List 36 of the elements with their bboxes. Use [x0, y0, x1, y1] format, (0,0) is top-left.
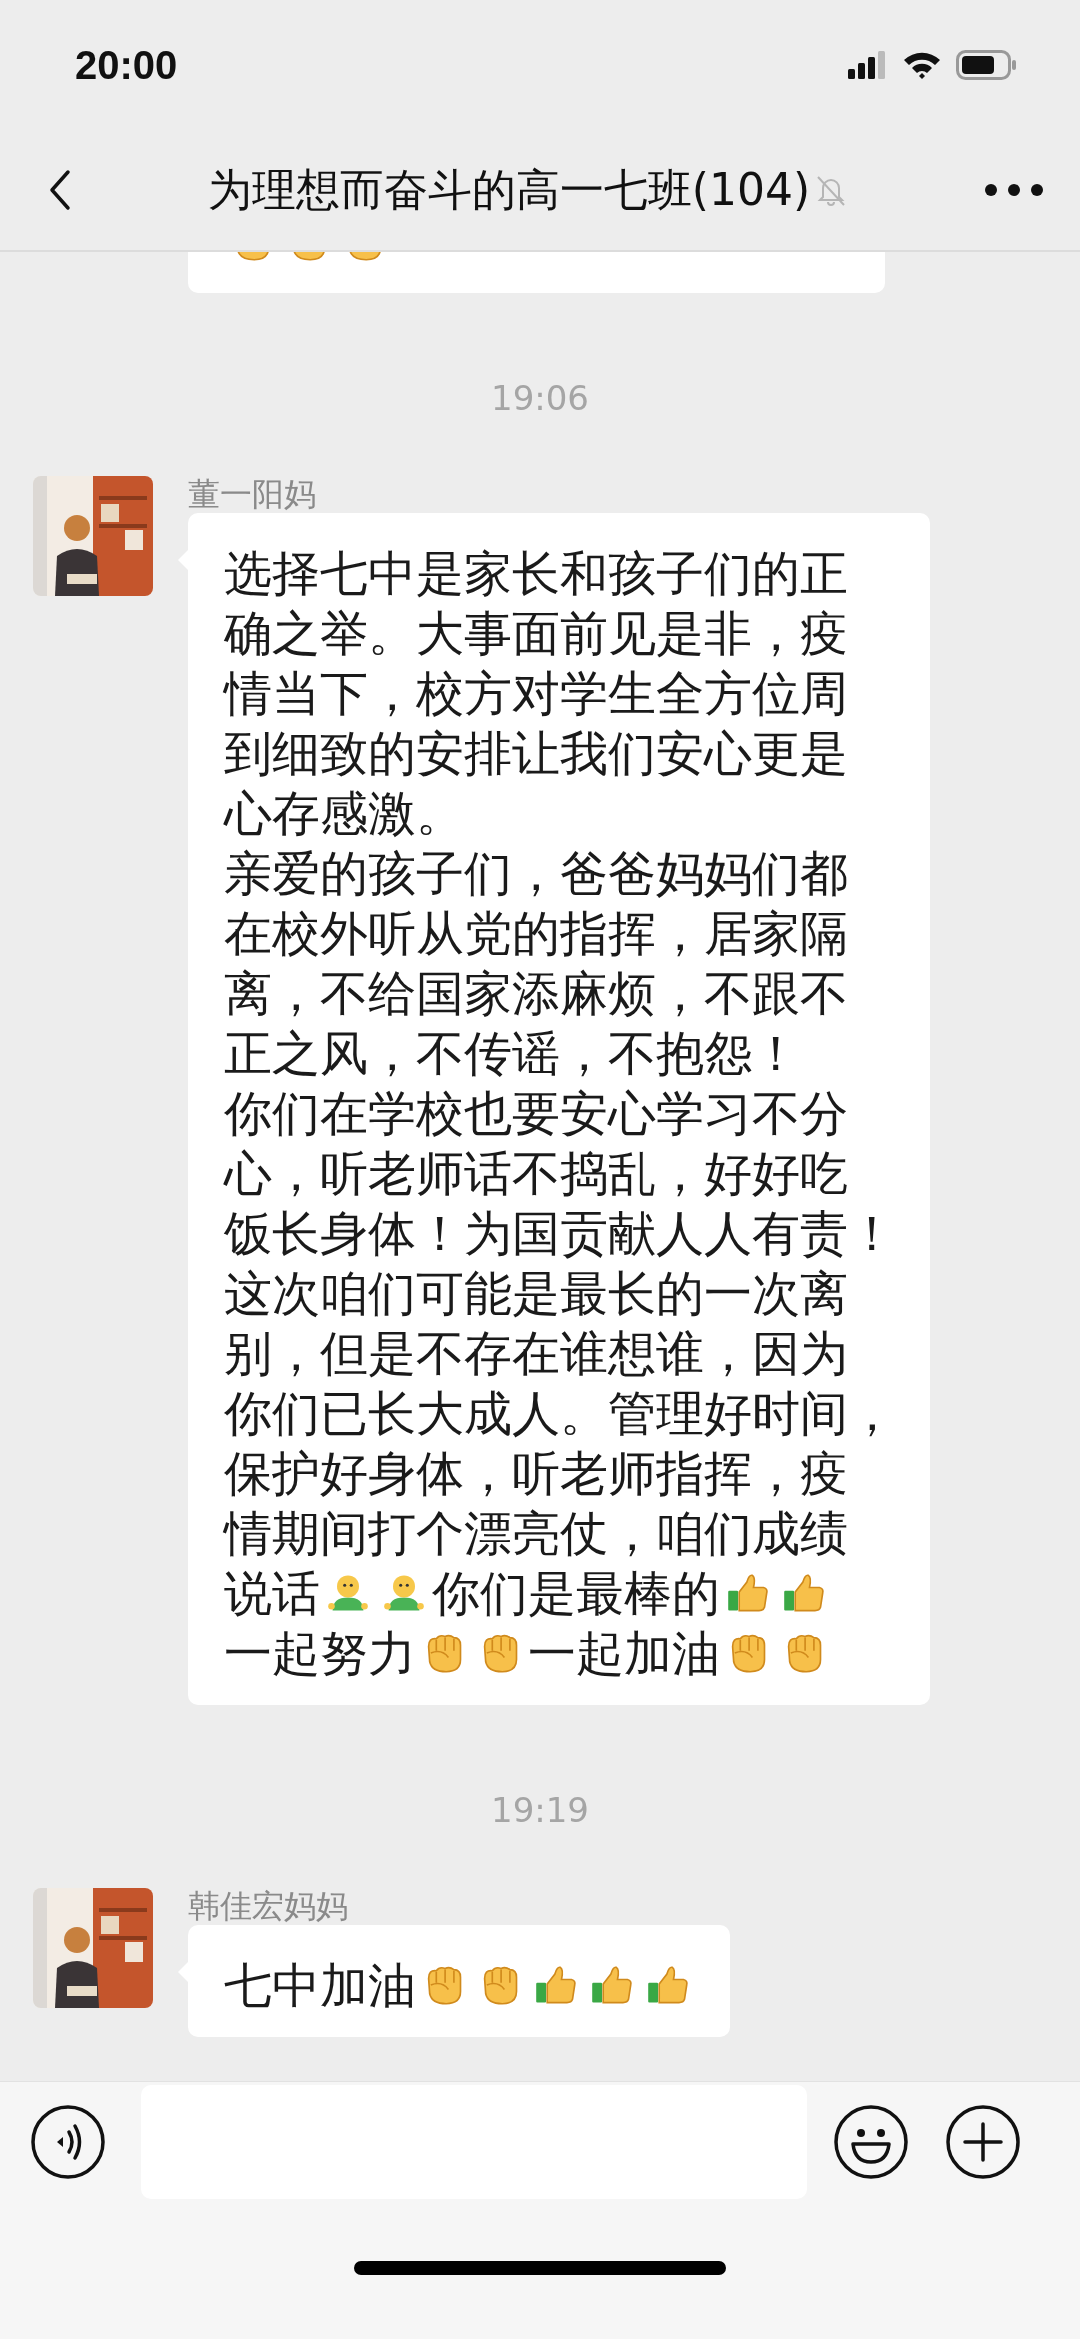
sender-name: 董一阳妈	[188, 476, 316, 513]
message-text: 正之风，不传谣，不抱怨！	[224, 1024, 800, 1083]
wifi-icon	[902, 50, 942, 80]
message-text: 离，不给国家添麻烦，不跟不	[224, 964, 848, 1023]
message-text: 你们已长大成人。管理好时间，	[224, 1384, 896, 1443]
add-icon[interactable]	[945, 2103, 1021, 2180]
message-text: 亲爱的孩子们，爸爸妈妈们都	[224, 844, 848, 903]
voice-icon[interactable]	[30, 2103, 106, 2180]
timestamp: 19:06	[491, 377, 589, 419]
message-text: 这次咱们可能是最长的一次离	[224, 1264, 848, 1323]
sender-name: 韩佳宏妈妈	[188, 1888, 348, 1925]
message-text: 别，但是不存在谁想谁，因为	[224, 1324, 848, 1383]
message-text: 心，听老师话不捣乱，好好吃	[224, 1144, 848, 1203]
message-text: 情期间打个漂亮仗，咱们成绩	[224, 1504, 848, 1563]
battery-icon	[956, 50, 1018, 80]
message-text: 确之举。大事面前见是非，疫	[224, 604, 848, 663]
more-icon[interactable]	[984, 183, 1044, 197]
back-icon[interactable]	[48, 168, 72, 212]
message-text: 到细致的安排让我们安心更是	[224, 724, 848, 783]
message-text: 一起加油	[528, 1624, 720, 1683]
message-text: 饭长身体！为国贡献人人有责！	[224, 1204, 896, 1263]
message-text: 你们是最棒的	[432, 1564, 720, 1623]
message-text: 心存感激。	[224, 784, 464, 843]
message-text: 选择七中是家长和孩子们的正	[224, 544, 848, 603]
status-time: 20:00	[75, 42, 178, 88]
message-text: 保护好身体，听老师指挥，疫	[224, 1444, 848, 1503]
signal-icon	[848, 51, 888, 79]
message-text: 一起努力	[224, 1624, 416, 1683]
message-text: 七中加油	[224, 1956, 416, 2015]
chat-title: 为理想而奋斗的高一七班(104)	[207, 162, 811, 217]
message-text: 情当下，校方对学生全方位周	[224, 664, 848, 723]
message-text: 在校外听从党的指挥，居家隔	[224, 904, 848, 963]
message-text: 你们在学校也要安心学习不分	[224, 1084, 848, 1143]
message-text: 说话	[224, 1564, 320, 1623]
emoji-icon[interactable]	[833, 2103, 909, 2180]
timestamp: 19:19	[491, 1789, 589, 1831]
